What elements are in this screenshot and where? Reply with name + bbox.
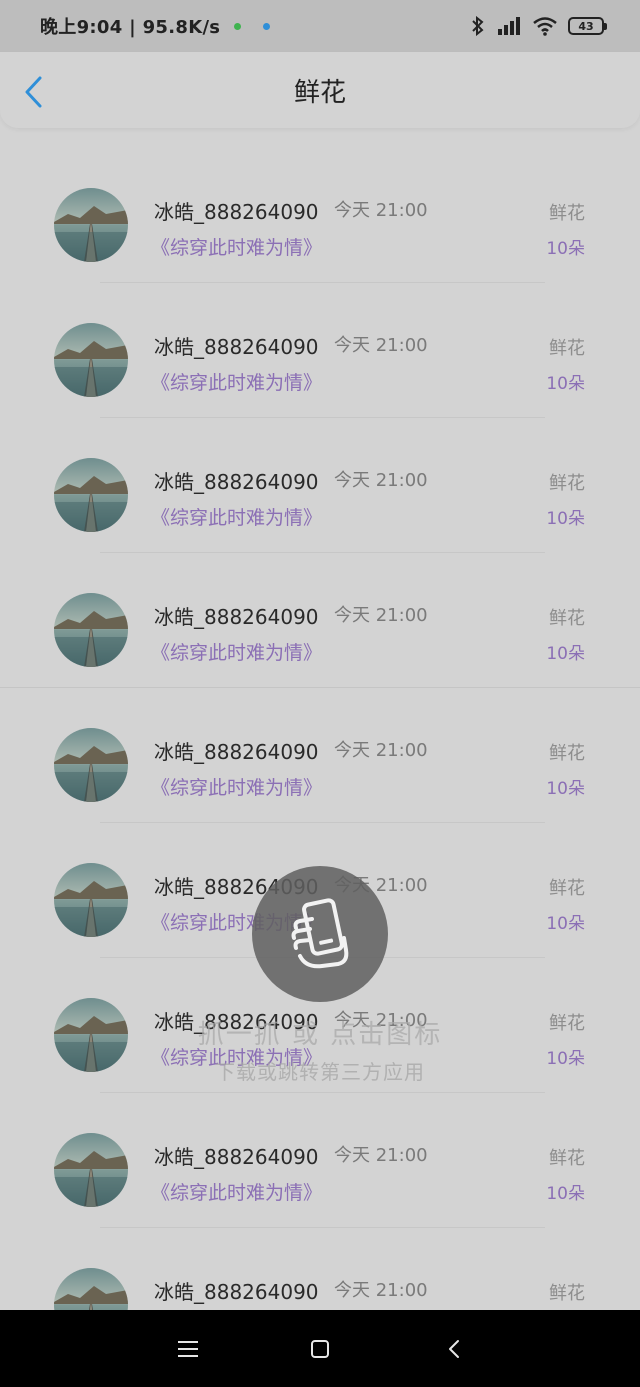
list-item[interactable]: 冰皓_888264090 今天 21:00 《综穿此时难为情》 鲜花 10朵 bbox=[0, 1093, 640, 1228]
gift-type: 鲜花 bbox=[549, 743, 585, 764]
blue-dot-icon bbox=[263, 22, 271, 30]
status-icons: 43 bbox=[470, 16, 607, 36]
avatar[interactable] bbox=[54, 323, 128, 397]
gift-type: 鲜花 bbox=[549, 203, 585, 224]
list-item[interactable]: 冰皓_888264090 今天 21:00 《综穿此时难为情》 鲜花 10朵 bbox=[0, 418, 640, 553]
gift-type: 鲜花 bbox=[549, 608, 585, 629]
system-nav-bar bbox=[0, 1310, 640, 1387]
gift-count: 10朵 bbox=[546, 1184, 585, 1204]
chevron-left-icon bbox=[25, 76, 42, 108]
timestamp: 今天 21:00 bbox=[334, 335, 428, 356]
book-title[interactable]: 《综穿此时难为情》 bbox=[151, 1178, 322, 1205]
status-time: 晚上9:04 | 95.8K/s bbox=[40, 17, 221, 38]
home-button[interactable] bbox=[303, 1332, 337, 1366]
timestamp: 今天 21:00 bbox=[334, 470, 428, 491]
gift-type: 鲜花 bbox=[549, 1148, 585, 1169]
back-button[interactable] bbox=[22, 74, 52, 110]
book-title[interactable]: 《综穿此时难为情》 bbox=[151, 233, 322, 260]
list-item[interactable]: 冰皓_888264090 今天 21:00 《综穿此时难为情》 鲜花 10朵 bbox=[0, 553, 640, 688]
gift-count: 10朵 bbox=[546, 914, 585, 934]
book-title[interactable]: 《综穿此时难为情》 bbox=[151, 638, 322, 665]
book-title[interactable]: 《综穿此时难为情》 bbox=[151, 503, 322, 530]
gift-type: 鲜花 bbox=[549, 338, 585, 359]
status-bar: 晚上9:04 | 95.8K/s 43 bbox=[0, 0, 640, 52]
user-name: 冰皓_888264090 bbox=[154, 605, 319, 629]
avatar[interactable] bbox=[54, 458, 128, 532]
user-name: 冰皓_888264090 bbox=[154, 335, 319, 359]
list-item[interactable]: 冰皓_888264090 今天 21:00 《综穿此时难为情》 鲜花 10朵 bbox=[0, 688, 640, 823]
menu-button[interactable] bbox=[171, 1332, 205, 1366]
user-name: 冰皓_888264090 bbox=[154, 200, 319, 224]
hand-phone-icon bbox=[291, 898, 349, 969]
hint-text-primary: 抓一抓 或 点击图标 bbox=[197, 1020, 443, 1050]
list-item[interactable]: 冰皓_888264090 今天 21:00 鲜花 bbox=[0, 1228, 640, 1310]
menu-icon bbox=[178, 1341, 198, 1357]
user-name: 冰皓_888264090 bbox=[154, 470, 319, 494]
timestamp: 今天 21:00 bbox=[334, 740, 428, 761]
book-title[interactable]: 《综穿此时难为情》 bbox=[151, 773, 322, 800]
gift-count: 10朵 bbox=[546, 644, 585, 664]
battery-level: 43 bbox=[578, 19, 594, 33]
flower-record-list: 冰皓_888264090 今天 21:00 《综穿此时难为情》 鲜花 10朵 冰… bbox=[0, 148, 640, 1310]
bluetooth-icon bbox=[472, 16, 484, 36]
wifi-icon bbox=[533, 17, 557, 36]
timestamp: 今天 21:00 bbox=[334, 200, 428, 221]
timestamp: 今天 21:00 bbox=[334, 605, 428, 626]
hint-text-secondary: 下载或跳转第三方应用 bbox=[215, 1060, 425, 1084]
avatar[interactable] bbox=[54, 728, 128, 802]
back-nav-button[interactable] bbox=[437, 1332, 471, 1366]
avatar[interactable] bbox=[54, 1268, 128, 1310]
user-name: 冰皓_888264090 bbox=[154, 740, 319, 764]
avatar[interactable] bbox=[54, 188, 128, 262]
timestamp: 今天 21:00 bbox=[334, 1145, 428, 1166]
gift-type: 鲜花 bbox=[549, 1283, 585, 1304]
gift-count: 10朵 bbox=[546, 374, 585, 394]
gift-count: 10朵 bbox=[546, 779, 585, 799]
list-item[interactable]: 冰皓_888264090 今天 21:00 《综穿此时难为情》 鲜花 10朵 bbox=[0, 283, 640, 418]
battery-icon: 43 bbox=[568, 17, 607, 35]
page-title: 鲜花 bbox=[293, 77, 346, 108]
avatar[interactable] bbox=[54, 863, 128, 937]
book-title[interactable]: 《综穿此时难为情》 bbox=[151, 368, 322, 395]
third-party-app-button[interactable] bbox=[252, 866, 388, 1002]
green-dot-icon bbox=[234, 22, 242, 30]
gift-count: 10朵 bbox=[546, 509, 585, 529]
user-name: 冰皓_888264090 bbox=[154, 1280, 319, 1304]
page-header: 鲜花 bbox=[0, 52, 640, 128]
back-icon bbox=[449, 1340, 459, 1358]
user-name: 冰皓_888264090 bbox=[154, 1145, 319, 1169]
gift-type: 鲜花 bbox=[549, 473, 585, 494]
gift-type: 鲜花 bbox=[549, 878, 585, 899]
timestamp: 今天 21:00 bbox=[334, 1280, 428, 1301]
avatar[interactable] bbox=[54, 1133, 128, 1207]
signal-icon bbox=[498, 17, 520, 35]
gift-count: 10朵 bbox=[546, 239, 585, 259]
list-item[interactable]: 冰皓_888264090 今天 21:00 《综穿此时难为情》 鲜花 10朵 bbox=[0, 148, 640, 283]
home-icon bbox=[311, 1340, 329, 1358]
avatar[interactable] bbox=[54, 593, 128, 667]
